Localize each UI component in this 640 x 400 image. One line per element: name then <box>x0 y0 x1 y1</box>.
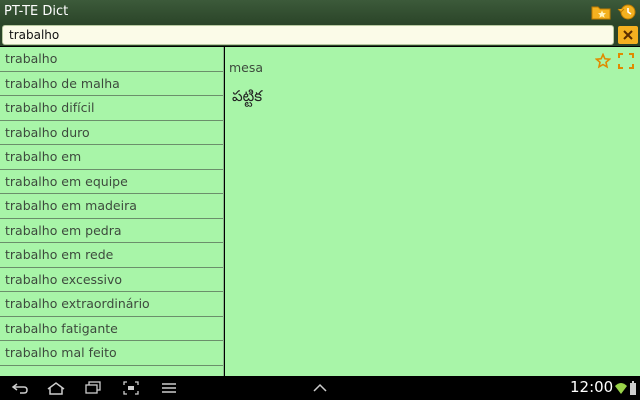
menu-icon <box>162 383 176 393</box>
history-icon <box>617 4 636 20</box>
notification-handle[interactable] <box>310 379 330 397</box>
search-input[interactable] <box>2 25 614 45</box>
clock: 12:00 <box>570 378 614 396</box>
history-button[interactable] <box>617 3 637 21</box>
list-item[interactable]: trabalho em rede <box>0 243 223 268</box>
list-item[interactable]: trabalho <box>0 47 223 72</box>
home-button[interactable] <box>45 379 67 397</box>
back-button[interactable] <box>10 379 30 397</box>
search-bar <box>0 24 640 46</box>
screenshot-button[interactable] <box>121 379 141 397</box>
star-icon <box>594 52 612 69</box>
wifi-battery-icon <box>615 381 636 395</box>
list-item[interactable]: trabalho extraordinário <box>0 292 223 317</box>
recent-apps-icon <box>85 381 101 394</box>
list-item[interactable]: trabalho excessivo <box>0 268 223 292</box>
status-icons <box>614 379 638 397</box>
list-item[interactable]: trabalho duro <box>0 121 223 145</box>
home-icon <box>47 382 65 395</box>
folder-star-icon <box>591 6 611 20</box>
list-item[interactable]: trabalho em equipe <box>0 170 223 194</box>
chevron-up-icon <box>313 383 327 392</box>
fullscreen-button[interactable] <box>618 53 634 69</box>
list-item[interactable]: trabalho difícil <box>0 96 223 121</box>
list-item[interactable]: trabalho em <box>0 145 223 170</box>
title-bar: PT-TE Dict <box>0 0 640 24</box>
favorite-button[interactable] <box>594 52 612 69</box>
definition-panel: mesa పట్టిక <box>225 47 640 376</box>
list-item[interactable]: trabalho em madeira <box>0 194 223 219</box>
system-nav-bar: 12:00 <box>0 376 640 400</box>
clear-button[interactable] <box>618 26 638 44</box>
menu-button[interactable] <box>160 379 178 397</box>
list-item[interactable]: trabalho mal feito <box>0 341 223 366</box>
recent-apps-button[interactable] <box>83 379 103 397</box>
expand-icon <box>618 53 634 69</box>
entry-word: mesa <box>229 60 264 75</box>
back-icon <box>11 383 28 394</box>
app-title: PT-TE Dict <box>4 4 69 19</box>
list-item[interactable]: trabalho de malha <box>0 72 223 96</box>
screenshot-icon <box>123 381 139 395</box>
bookmarks-button[interactable] <box>591 3 611 21</box>
list-item[interactable]: trabalho fatigante <box>0 317 223 341</box>
list-item[interactable]: trabalho em pedra <box>0 219 223 243</box>
word-list: trabalho trabalho de malha trabalho difí… <box>0 47 224 376</box>
entry-translation: పట్టిక <box>232 87 263 105</box>
clear-icon <box>623 30 633 40</box>
